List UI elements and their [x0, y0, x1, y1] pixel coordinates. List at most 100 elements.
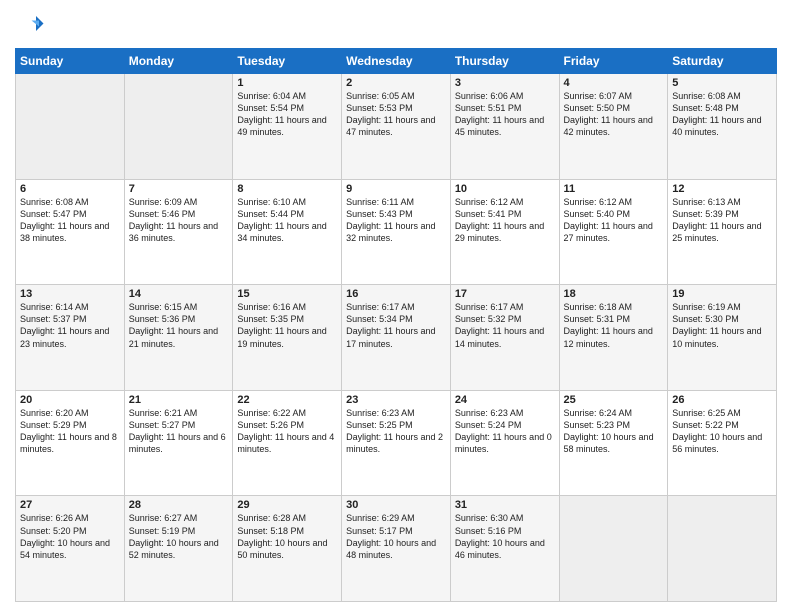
day-info: Sunrise: 6:16 AM Sunset: 5:35 PM Dayligh… [237, 301, 337, 350]
day-cell: 23Sunrise: 6:23 AM Sunset: 5:25 PM Dayli… [342, 390, 451, 496]
day-info: Sunrise: 6:17 AM Sunset: 5:32 PM Dayligh… [455, 301, 555, 350]
week-row-1: 1Sunrise: 6:04 AM Sunset: 5:54 PM Daylig… [16, 74, 777, 180]
day-cell: 11Sunrise: 6:12 AM Sunset: 5:40 PM Dayli… [559, 179, 668, 285]
day-cell: 4Sunrise: 6:07 AM Sunset: 5:50 PM Daylig… [559, 74, 668, 180]
day-cell: 25Sunrise: 6:24 AM Sunset: 5:23 PM Dayli… [559, 390, 668, 496]
day-cell: 22Sunrise: 6:22 AM Sunset: 5:26 PM Dayli… [233, 390, 342, 496]
day-number: 26 [672, 394, 772, 406]
day-cell: 1Sunrise: 6:04 AM Sunset: 5:54 PM Daylig… [233, 74, 342, 180]
day-cell: 8Sunrise: 6:10 AM Sunset: 5:44 PM Daylig… [233, 179, 342, 285]
day-cell: 2Sunrise: 6:05 AM Sunset: 5:53 PM Daylig… [342, 74, 451, 180]
day-cell: 29Sunrise: 6:28 AM Sunset: 5:18 PM Dayli… [233, 496, 342, 602]
day-number: 3 [455, 77, 555, 89]
day-info: Sunrise: 6:13 AM Sunset: 5:39 PM Dayligh… [672, 196, 772, 245]
weekday-header-thursday: Thursday [450, 49, 559, 74]
day-cell: 15Sunrise: 6:16 AM Sunset: 5:35 PM Dayli… [233, 285, 342, 391]
day-info: Sunrise: 6:17 AM Sunset: 5:34 PM Dayligh… [346, 301, 446, 350]
day-cell: 6Sunrise: 6:08 AM Sunset: 5:47 PM Daylig… [16, 179, 125, 285]
day-number: 24 [455, 394, 555, 406]
day-info: Sunrise: 6:09 AM Sunset: 5:46 PM Dayligh… [129, 196, 229, 245]
day-info: Sunrise: 6:19 AM Sunset: 5:30 PM Dayligh… [672, 301, 772, 350]
day-number: 31 [455, 499, 555, 511]
day-info: Sunrise: 6:26 AM Sunset: 5:20 PM Dayligh… [20, 512, 120, 561]
day-number: 15 [237, 288, 337, 300]
day-cell: 28Sunrise: 6:27 AM Sunset: 5:19 PM Dayli… [124, 496, 233, 602]
day-cell: 5Sunrise: 6:08 AM Sunset: 5:48 PM Daylig… [668, 74, 777, 180]
day-info: Sunrise: 6:20 AM Sunset: 5:29 PM Dayligh… [20, 407, 120, 456]
day-number: 23 [346, 394, 446, 406]
weekday-header-monday: Monday [124, 49, 233, 74]
day-info: Sunrise: 6:23 AM Sunset: 5:25 PM Dayligh… [346, 407, 446, 456]
day-cell: 12Sunrise: 6:13 AM Sunset: 5:39 PM Dayli… [668, 179, 777, 285]
day-cell: 10Sunrise: 6:12 AM Sunset: 5:41 PM Dayli… [450, 179, 559, 285]
day-info: Sunrise: 6:30 AM Sunset: 5:16 PM Dayligh… [455, 512, 555, 561]
day-number: 2 [346, 77, 446, 89]
week-row-5: 27Sunrise: 6:26 AM Sunset: 5:20 PM Dayli… [16, 496, 777, 602]
weekday-header-sunday: Sunday [16, 49, 125, 74]
weekday-header-wednesday: Wednesday [342, 49, 451, 74]
day-number: 16 [346, 288, 446, 300]
day-info: Sunrise: 6:14 AM Sunset: 5:37 PM Dayligh… [20, 301, 120, 350]
day-cell [16, 74, 125, 180]
calendar-table: SundayMondayTuesdayWednesdayThursdayFrid… [15, 48, 777, 602]
day-cell: 21Sunrise: 6:21 AM Sunset: 5:27 PM Dayli… [124, 390, 233, 496]
day-cell: 17Sunrise: 6:17 AM Sunset: 5:32 PM Dayli… [450, 285, 559, 391]
day-cell: 18Sunrise: 6:18 AM Sunset: 5:31 PM Dayli… [559, 285, 668, 391]
week-row-2: 6Sunrise: 6:08 AM Sunset: 5:47 PM Daylig… [16, 179, 777, 285]
day-info: Sunrise: 6:24 AM Sunset: 5:23 PM Dayligh… [564, 407, 664, 456]
day-cell: 13Sunrise: 6:14 AM Sunset: 5:37 PM Dayli… [16, 285, 125, 391]
day-cell [124, 74, 233, 180]
day-number: 20 [20, 394, 120, 406]
logo-icon [15, 10, 45, 40]
day-cell: 20Sunrise: 6:20 AM Sunset: 5:29 PM Dayli… [16, 390, 125, 496]
day-info: Sunrise: 6:28 AM Sunset: 5:18 PM Dayligh… [237, 512, 337, 561]
day-cell: 31Sunrise: 6:30 AM Sunset: 5:16 PM Dayli… [450, 496, 559, 602]
calendar-container: SundayMondayTuesdayWednesdayThursdayFrid… [0, 0, 792, 612]
day-info: Sunrise: 6:12 AM Sunset: 5:40 PM Dayligh… [564, 196, 664, 245]
day-number: 30 [346, 499, 446, 511]
day-cell: 9Sunrise: 6:11 AM Sunset: 5:43 PM Daylig… [342, 179, 451, 285]
day-info: Sunrise: 6:29 AM Sunset: 5:17 PM Dayligh… [346, 512, 446, 561]
day-info: Sunrise: 6:04 AM Sunset: 5:54 PM Dayligh… [237, 90, 337, 139]
day-cell: 14Sunrise: 6:15 AM Sunset: 5:36 PM Dayli… [124, 285, 233, 391]
day-cell: 27Sunrise: 6:26 AM Sunset: 5:20 PM Dayli… [16, 496, 125, 602]
day-number: 1 [237, 77, 337, 89]
day-number: 28 [129, 499, 229, 511]
week-row-4: 20Sunrise: 6:20 AM Sunset: 5:29 PM Dayli… [16, 390, 777, 496]
weekday-header-row: SundayMondayTuesdayWednesdayThursdayFrid… [16, 49, 777, 74]
week-row-3: 13Sunrise: 6:14 AM Sunset: 5:37 PM Dayli… [16, 285, 777, 391]
day-cell: 16Sunrise: 6:17 AM Sunset: 5:34 PM Dayli… [342, 285, 451, 391]
day-number: 25 [564, 394, 664, 406]
day-info: Sunrise: 6:25 AM Sunset: 5:22 PM Dayligh… [672, 407, 772, 456]
day-info: Sunrise: 6:08 AM Sunset: 5:47 PM Dayligh… [20, 196, 120, 245]
day-cell [668, 496, 777, 602]
day-cell: 19Sunrise: 6:19 AM Sunset: 5:30 PM Dayli… [668, 285, 777, 391]
day-number: 22 [237, 394, 337, 406]
day-info: Sunrise: 6:05 AM Sunset: 5:53 PM Dayligh… [346, 90, 446, 139]
weekday-header-saturday: Saturday [668, 49, 777, 74]
day-number: 10 [455, 183, 555, 195]
day-number: 19 [672, 288, 772, 300]
day-info: Sunrise: 6:23 AM Sunset: 5:24 PM Dayligh… [455, 407, 555, 456]
day-info: Sunrise: 6:12 AM Sunset: 5:41 PM Dayligh… [455, 196, 555, 245]
day-number: 13 [20, 288, 120, 300]
day-cell: 30Sunrise: 6:29 AM Sunset: 5:17 PM Dayli… [342, 496, 451, 602]
day-number: 14 [129, 288, 229, 300]
day-number: 17 [455, 288, 555, 300]
header [15, 10, 777, 40]
day-number: 11 [564, 183, 664, 195]
day-info: Sunrise: 6:22 AM Sunset: 5:26 PM Dayligh… [237, 407, 337, 456]
day-cell: 24Sunrise: 6:23 AM Sunset: 5:24 PM Dayli… [450, 390, 559, 496]
day-cell: 26Sunrise: 6:25 AM Sunset: 5:22 PM Dayli… [668, 390, 777, 496]
day-info: Sunrise: 6:27 AM Sunset: 5:19 PM Dayligh… [129, 512, 229, 561]
day-cell [559, 496, 668, 602]
day-number: 9 [346, 183, 446, 195]
day-cell: 3Sunrise: 6:06 AM Sunset: 5:51 PM Daylig… [450, 74, 559, 180]
day-number: 8 [237, 183, 337, 195]
day-info: Sunrise: 6:11 AM Sunset: 5:43 PM Dayligh… [346, 196, 446, 245]
day-number: 5 [672, 77, 772, 89]
day-number: 21 [129, 394, 229, 406]
day-number: 4 [564, 77, 664, 89]
day-number: 6 [20, 183, 120, 195]
logo [15, 10, 49, 40]
